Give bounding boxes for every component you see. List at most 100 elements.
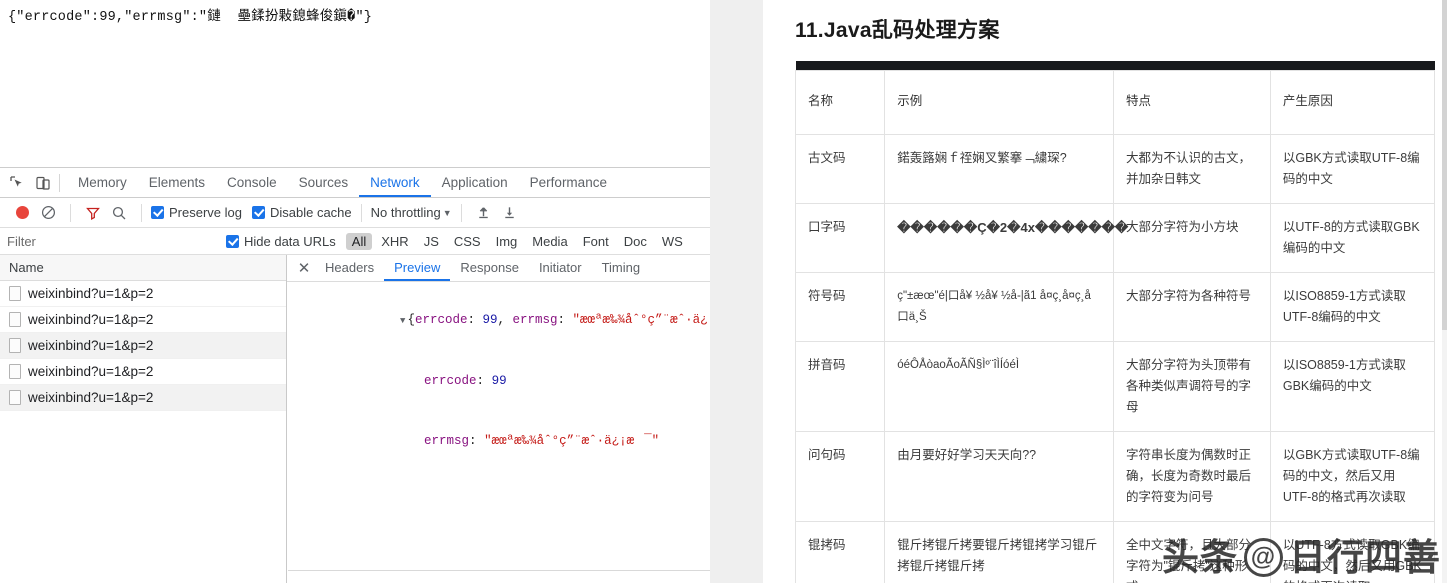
- filter-type-css[interactable]: CSS: [448, 233, 487, 250]
- table-row[interactable]: weixinbind?u=1&p=2: [0, 333, 286, 359]
- filter-type-font[interactable]: Font: [577, 233, 615, 250]
- search-button[interactable]: [106, 201, 132, 225]
- table-row[interactable]: weixinbind?u=1&p=2: [0, 359, 286, 385]
- cell-cause: 以ISO8859-1方式读取UTF-8编码的中文: [1270, 272, 1434, 341]
- filter-type-doc[interactable]: Doc: [618, 233, 653, 250]
- table-row[interactable]: weixinbind?u=1&p=2: [0, 385, 286, 411]
- table-row: 符号码 ç"±æœ"é|口å¥ ½å¥ ½å-|ã1 å¤ç¸å¤ç¸å口ä¸Š…: [796, 272, 1435, 341]
- tab-network[interactable]: Network: [359, 168, 431, 197]
- cell-cause: 以GBK方式读取UTF-8编码的中文: [1270, 134, 1434, 203]
- request-name: weixinbind?u=1&p=2: [28, 312, 153, 327]
- resource-type-filters: All XHR JS CSS Img Media Font Doc WS: [346, 233, 689, 250]
- detail-pane-bottom-border: [288, 570, 710, 571]
- tab-response[interactable]: Response: [450, 255, 529, 281]
- filter-input[interactable]: [7, 231, 212, 251]
- tab-elements[interactable]: Elements: [138, 168, 216, 197]
- article-scrollbar[interactable]: [1442, 0, 1447, 583]
- tab-timing[interactable]: Timing: [592, 255, 651, 281]
- preview-key: errmsg: [424, 434, 469, 448]
- preview-value: 99: [492, 374, 507, 388]
- expand-triangle-icon[interactable]: ▼: [400, 316, 405, 326]
- filter-type-media[interactable]: Media: [526, 233, 573, 250]
- cell-cause: 以ISO8859-1方式读取GBK编码的中文: [1270, 341, 1434, 431]
- tab-headers[interactable]: Headers: [315, 255, 384, 281]
- page-title: 11.Java乱码处理方案: [795, 14, 1435, 44]
- cell-feature: 大都为不认识的古文，并加杂日韩文: [1113, 134, 1270, 203]
- funnel-icon: [85, 205, 101, 221]
- preview-content: ▼ {errcode: 99, errmsg: "æœªæ‰¾åˆ°ç”¨æˆ·ä…: [287, 282, 710, 583]
- brace-open: {: [407, 313, 415, 327]
- summary-value-errmsg: "æœªæ‰¾åˆ°ç”¨æˆ·ä¿¡æ¯": [573, 313, 710, 327]
- disable-cache-label: Disable cache: [270, 205, 352, 220]
- tab-console[interactable]: Console: [216, 168, 288, 197]
- tab-preview[interactable]: Preview: [384, 255, 450, 281]
- export-har-button[interactable]: [497, 201, 523, 225]
- cell-feature: 大部分字符为小方块: [1113, 203, 1270, 272]
- disable-cache-checkbox[interactable]: Disable cache: [252, 205, 352, 220]
- column-header-name[interactable]: Name: [0, 255, 286, 281]
- filter-type-all[interactable]: All: [346, 233, 372, 250]
- inspect-element-icon[interactable]: [4, 171, 30, 195]
- upload-icon: [476, 205, 491, 220]
- cell-example: 锟斤拷锟斤拷要锟斤拷锟拷学习锟斤拷锟斤拷锟斤拷: [885, 521, 1114, 583]
- preview-key: errcode: [424, 374, 477, 388]
- cell-example: ������Ç�2�4x�������: [885, 203, 1114, 272]
- controls-divider-2: [141, 204, 142, 222]
- table-header-row: 名称 示例 特点 产生原因: [796, 70, 1435, 134]
- tab-application[interactable]: Application: [431, 168, 519, 197]
- table-row[interactable]: weixinbind?u=1&p=2: [0, 307, 286, 333]
- network-split: Name weixinbind?u=1&p=2 weixinbind?u=1&p…: [0, 255, 710, 583]
- import-har-button[interactable]: [471, 201, 497, 225]
- page-viewport: {"errcode":99,"errmsg":"鏈 壘鍒扮敤鎴蜂俊鎭�"}: [0, 0, 710, 167]
- summary-key-errcode: errcode: [415, 313, 468, 327]
- device-toolbar-icon[interactable]: [30, 171, 56, 195]
- scrollbar-thumb[interactable]: [1442, 0, 1447, 330]
- table-row: 拼音码 óéÔÅòaoÃoÃÑ§Ìº¨îÌÍóéÌ 大部分字符为头顶带有各种类似…: [796, 341, 1435, 431]
- encoding-table: 名称 示例 特点 产生原因 古文码 鍩轰簬娴ｆ祬娴叉繁搴﹁繍琛? 大都为不认识的…: [795, 61, 1435, 583]
- summary-key-errmsg: errmsg: [513, 313, 558, 327]
- request-name: weixinbind?u=1&p=2: [28, 390, 153, 405]
- preview-row-errcode: errcode: 99: [295, 351, 710, 411]
- request-detail-pane: ✕ Headers Preview Response Initiator Tim…: [287, 255, 710, 583]
- throttling-select[interactable]: No throttling ▼: [371, 205, 452, 220]
- clear-button[interactable]: [35, 201, 61, 225]
- table-row: 口字码 ������Ç�2�4x������� 大部分字符为小方块 以UTF-…: [796, 203, 1435, 272]
- cell-cause: 以UTF-8方式读取GBK编码的中文，然后又用GBK的格式再次读取: [1270, 521, 1434, 583]
- filter-toggle[interactable]: [80, 201, 106, 225]
- filter-type-ws[interactable]: WS: [656, 233, 689, 250]
- column-header-name: 名称: [796, 70, 885, 134]
- throttling-value: No throttling: [371, 205, 441, 220]
- cell-example: óéÔÅòaoÃoÃÑ§Ìº¨îÌÍóéÌ: [885, 341, 1114, 431]
- close-icon[interactable]: ✕: [293, 257, 315, 279]
- table-row[interactable]: weixinbind?u=1&p=2: [0, 281, 286, 307]
- cell-name: 拼音码: [796, 341, 885, 431]
- cell-cause: 以GBK方式读取UTF-8编码的中文，然后又用UTF-8的格式再次读取: [1270, 431, 1434, 521]
- tab-sources[interactable]: Sources: [288, 168, 360, 197]
- devtools-panel: Memory Elements Console Sources Network …: [0, 167, 710, 583]
- hide-data-urls-checkbox[interactable]: Hide data URLs: [226, 234, 336, 249]
- preview-summary-line[interactable]: ▼ {errcode: 99, errmsg: "æœªæ‰¾åˆ°ç”¨æˆ·ä…: [295, 290, 710, 351]
- summary-value-errcode: 99: [482, 313, 497, 327]
- table-row: 问句码 由月要好好学习天天向?? 字符串长度为偶数时正确，长度为奇数时最后的字符…: [796, 431, 1435, 521]
- document-icon: [9, 286, 21, 301]
- table-top-bar: [796, 61, 1435, 70]
- toolbar-divider: [59, 174, 60, 192]
- column-header-example: 示例: [885, 70, 1114, 134]
- tab-memory[interactable]: Memory: [67, 168, 138, 197]
- clear-icon: [41, 205, 56, 220]
- filter-type-js[interactable]: JS: [418, 233, 445, 250]
- table-row: 锟拷码 锟斤拷锟斤拷要锟斤拷锟拷学习锟斤拷锟斤拷锟斤拷 全中文字符，且大部分字符…: [796, 521, 1435, 583]
- network-controls: Preserve log Disable cache No throttling…: [0, 198, 710, 228]
- filter-type-xhr[interactable]: XHR: [375, 233, 414, 250]
- tab-initiator[interactable]: Initiator: [529, 255, 592, 281]
- filter-type-img[interactable]: Img: [490, 233, 524, 250]
- document-icon: [9, 390, 21, 405]
- tab-performance[interactable]: Performance: [519, 168, 618, 197]
- preserve-log-checkbox[interactable]: Preserve log: [151, 205, 242, 220]
- checkbox-icon: [151, 206, 164, 219]
- preserve-log-label: Preserve log: [169, 205, 242, 220]
- record-button[interactable]: [9, 201, 35, 225]
- article-content: 11.Java乱码处理方案 名称 示例 特点 产生原因 古文码 鍩轰簬娴ｆ祬娴叉…: [763, 0, 1447, 583]
- preview-row-errmsg: errmsg: "æœªæ‰¾åˆ°ç”¨æˆ·ä¿¡æ¯": [295, 411, 710, 471]
- document-icon: [9, 364, 21, 379]
